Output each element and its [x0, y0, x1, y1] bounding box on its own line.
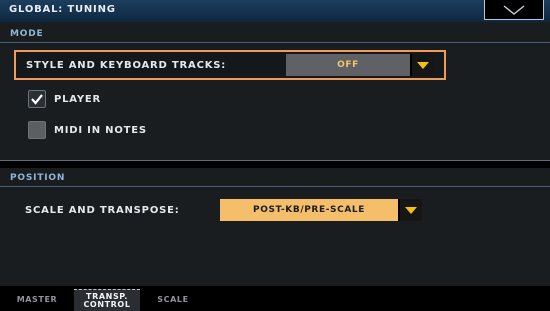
tab-transp-control[interactable]: TRANSP. CONTROL: [74, 289, 140, 311]
midi-in-notes-label: MIDI IN NOTES: [54, 124, 147, 136]
player-label: PLAYER: [54, 93, 102, 105]
scale-transpose-value[interactable]: POST-KB/PRE-SCALE: [220, 199, 398, 221]
scale-transpose-dropdown-button[interactable]: [398, 199, 422, 221]
scale-transpose-combo[interactable]: POST-KB/PRE-SCALE: [220, 199, 422, 221]
mode-section-divider: [0, 42, 550, 43]
mode-panel: MODE STYLE AND KEYBOARD TRACKS: OFF PLAY…: [0, 22, 550, 161]
page-title: GLOBAL: TUNING: [9, 4, 116, 15]
page-menu-button[interactable]: [484, 0, 544, 20]
tab-scale-label: SCALE: [157, 295, 189, 304]
position-panel: POSITION SCALE AND TRANSPOSE: POST-KB/PR…: [0, 168, 550, 286]
tab-master-label: MASTER: [16, 295, 58, 304]
tab-transp-control-label-line2: CONTROL: [83, 299, 131, 309]
tab-bar: MASTER TRANSP. CONTROL SCALE: [0, 289, 550, 311]
position-section-divider: [0, 186, 550, 187]
checkmark-icon: [31, 94, 43, 105]
chevron-down-icon: [503, 4, 525, 15]
tab-scale[interactable]: SCALE: [146, 289, 200, 310]
title-bar: GLOBAL: TUNING: [0, 0, 550, 23]
tab-master[interactable]: MASTER: [6, 289, 68, 310]
position-section-label: POSITION: [10, 173, 66, 183]
style-tracks-row: STYLE AND KEYBOARD TRACKS: OFF: [14, 50, 446, 80]
player-checkbox[interactable]: [28, 90, 46, 108]
player-option[interactable]: PLAYER: [28, 90, 101, 108]
tuning-screen: GLOBAL: TUNING MODE STYLE AND KEYBOARD T…: [0, 0, 550, 311]
midi-in-notes-checkbox[interactable]: [28, 121, 46, 139]
style-tracks-value[interactable]: OFF: [286, 54, 410, 76]
style-tracks-dropdown-button[interactable]: [410, 54, 434, 76]
dropdown-arrow-icon: [417, 61, 429, 69]
dropdown-arrow-icon: [405, 206, 417, 214]
style-tracks-label: STYLE AND KEYBOARD TRACKS:: [26, 60, 227, 71]
mode-section-label: MODE: [10, 29, 44, 39]
style-tracks-combo[interactable]: OFF: [286, 54, 434, 76]
midi-in-notes-option[interactable]: MIDI IN NOTES: [28, 121, 147, 139]
scale-transpose-label: SCALE AND TRANSPOSE:: [25, 205, 180, 216]
